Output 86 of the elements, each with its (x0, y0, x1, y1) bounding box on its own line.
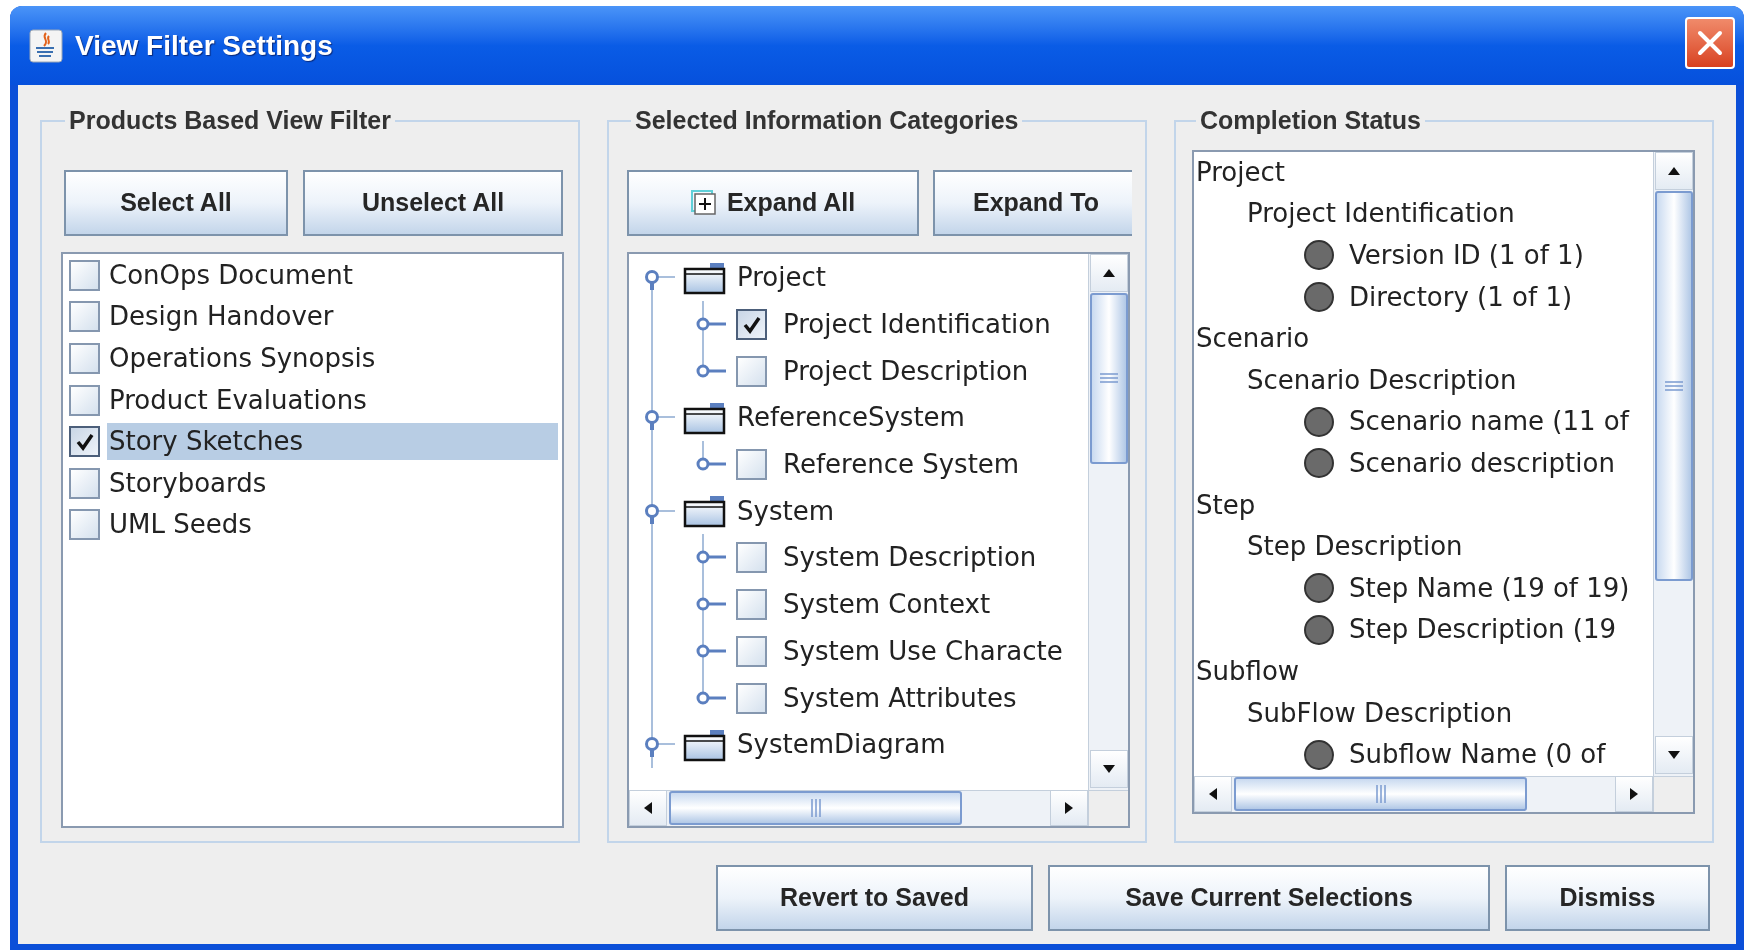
window-title: View Filter Settings (75, 28, 333, 63)
list-item[interactable]: Operations Synopsis (107, 340, 558, 377)
horizontal-scrollbar[interactable] (1194, 775, 1653, 812)
dismiss-button[interactable]: Dismiss (1505, 865, 1710, 931)
tree-item[interactable]: System (737, 491, 834, 531)
list-item[interactable]: Product Evaluations (107, 381, 558, 419)
category-label: Project (1196, 155, 1285, 189)
checkmark-icon (741, 314, 762, 335)
panel-title: Completion Status (1199, 105, 1422, 136)
tree-item[interactable]: Project Identification (783, 305, 1051, 345)
scroll-thumb[interactable] (1089, 292, 1128, 464)
scroll-thumb[interactable] (1654, 190, 1693, 581)
checkbox[interactable] (736, 449, 767, 481)
list-item[interactable]: Design Handover (107, 298, 558, 336)
list-item[interactable]: Storyboards (107, 464, 558, 502)
revert-button[interactable]: Revert to Saved (716, 865, 1033, 931)
scrollbar-corner (1653, 775, 1693, 812)
list-item[interactable]: ConOps Document (107, 256, 558, 294)
scroll-left-button[interactable] (1194, 776, 1232, 812)
horizontal-scrollbar[interactable] (629, 789, 1088, 826)
category-label: SubFlow Description (1247, 696, 1513, 730)
expand-all-button[interactable]: Expand All (627, 169, 919, 236)
tree-item[interactable]: Reference System (783, 445, 1020, 485)
panel-title: Selected Information Categories (634, 105, 1020, 136)
field-status: Scenario name (11 of (1349, 405, 1629, 439)
checkbox[interactable] (736, 355, 767, 387)
checkbox[interactable] (736, 542, 767, 574)
checkbox[interactable] (69, 509, 100, 541)
scroll-left-button[interactable] (629, 790, 667, 826)
tree-item[interactable]: System Use Characte (783, 631, 1063, 671)
checkmark-icon (74, 431, 95, 452)
category-label: Subflow (1196, 654, 1300, 688)
tree-item[interactable]: Project Description (783, 351, 1029, 391)
tree-item[interactable]: SystemDiagram (737, 725, 946, 765)
checkbox[interactable] (736, 635, 767, 667)
select-all-button[interactable]: Select All (64, 169, 288, 236)
scroll-thumb[interactable] (669, 791, 962, 825)
field-status: Subflow Name (0 of (1349, 738, 1606, 772)
scroll-right-button[interactable] (1615, 776, 1653, 812)
vertical-scrollbar[interactable] (1653, 151, 1693, 776)
list-item[interactable]: UML Seeds (107, 506, 558, 544)
field-status: Directory (1 of 1) (1349, 280, 1573, 314)
tree-item[interactable]: System Attributes (783, 678, 1017, 718)
category-label: Project Identification (1247, 197, 1515, 231)
tree-item[interactable]: ReferenceSystem (737, 398, 965, 438)
category-label: Step Description (1247, 530, 1463, 564)
checkbox[interactable] (69, 426, 100, 458)
scroll-thumb[interactable] (1234, 777, 1527, 811)
unselect-all-button[interactable]: Unselect All (303, 169, 563, 236)
tree-item[interactable]: System Context (783, 585, 991, 625)
checkbox[interactable] (736, 309, 767, 341)
field-status: Scenario description (1349, 446, 1615, 480)
checkbox[interactable] (69, 259, 100, 291)
vertical-scrollbar[interactable] (1088, 253, 1128, 790)
field-status: Step Name (19 of 19) (1349, 571, 1630, 605)
checkbox[interactable] (736, 589, 767, 621)
scroll-up-button[interactable] (1654, 151, 1693, 190)
expand-icon (690, 189, 717, 216)
category-label: Scenario Description (1247, 363, 1517, 397)
checkbox[interactable] (69, 467, 100, 499)
checkbox[interactable] (69, 384, 100, 416)
cup-icon (29, 28, 63, 63)
close-button[interactable] (1685, 16, 1735, 69)
checkbox[interactable] (69, 301, 100, 333)
checkbox[interactable] (736, 682, 767, 714)
scroll-down-button[interactable] (1089, 749, 1128, 788)
category-label: Step (1196, 488, 1256, 522)
scroll-down-button[interactable] (1654, 735, 1693, 774)
scroll-right-button[interactable] (1050, 790, 1088, 826)
tree-item[interactable]: System Description (783, 538, 1037, 578)
folder-icon (683, 727, 727, 762)
expand-to-button[interactable]: Expand To (933, 169, 1132, 236)
close-icon (1697, 29, 1723, 56)
folder-icon (683, 494, 727, 529)
panel-title: Products Based View Filter (68, 105, 392, 136)
list-item[interactable]: Story Sketches (107, 423, 558, 461)
field-status: Version ID (1 of 1) (1349, 239, 1584, 272)
scroll-up-button[interactable] (1089, 253, 1128, 292)
field-status: Step Description (19 (1349, 613, 1617, 647)
tree-item[interactable]: Project (737, 258, 826, 298)
folder-icon (683, 400, 727, 435)
folder-icon (683, 260, 727, 295)
checkbox[interactable] (69, 343, 100, 374)
scrollbar-corner (1088, 789, 1128, 826)
save-button[interactable]: Save Current Selections (1048, 865, 1490, 931)
category-label: Scenario (1196, 322, 1310, 356)
